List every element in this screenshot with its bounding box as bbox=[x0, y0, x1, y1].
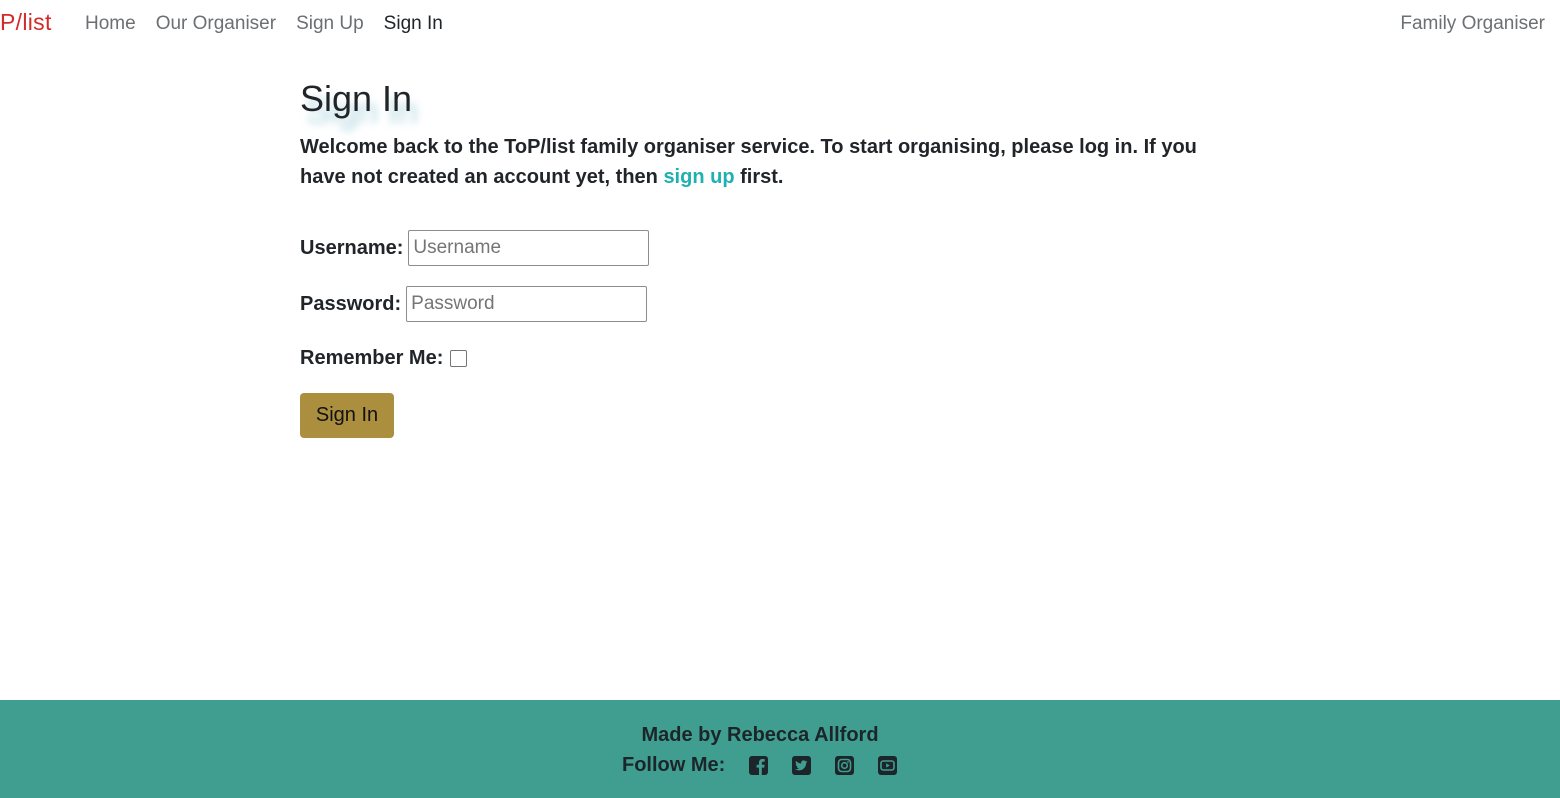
navbar: P/list Home Our Organiser Sign Up Sign I… bbox=[0, 0, 1560, 48]
remember-row: Remember Me: bbox=[300, 347, 468, 370]
footer-credit: Made by Rebecca Allford bbox=[641, 724, 879, 746]
footer: Made by Rebecca Allford Follow Me: bbox=[0, 700, 1560, 798]
brand-logo[interactable]: P/list bbox=[0, 9, 52, 36]
youtube-icon[interactable] bbox=[878, 756, 898, 775]
remember-label: Remember Me: bbox=[300, 347, 444, 369]
password-input[interactable] bbox=[406, 286, 648, 322]
sign-in-button[interactable]: Sign In bbox=[300, 393, 394, 438]
main-content: Sign In Welcome back to the ToP/list fam… bbox=[300, 78, 1200, 438]
instagram-icon[interactable] bbox=[835, 756, 855, 775]
nav-links: Home Our Organiser Sign Up Sign In bbox=[75, 11, 453, 37]
password-row: Password: bbox=[300, 286, 648, 322]
page-title: Sign In bbox=[300, 78, 413, 119]
follow-label: Follow Me: bbox=[622, 754, 726, 776]
nav-link-sign-in[interactable]: Sign In bbox=[374, 11, 453, 37]
sign-up-link[interactable]: sign up bbox=[663, 166, 734, 188]
nav-link-home[interactable]: Home bbox=[75, 11, 146, 37]
password-label: Password: bbox=[300, 292, 402, 315]
username-label: Username: bbox=[300, 236, 404, 259]
nav-link-our-organiser[interactable]: Our Organiser bbox=[146, 11, 286, 37]
facebook-icon[interactable] bbox=[749, 756, 769, 775]
username-input[interactable] bbox=[408, 230, 650, 266]
username-row: Username: bbox=[300, 230, 650, 266]
nav-link-sign-up[interactable]: Sign Up bbox=[286, 11, 374, 37]
remember-checkbox[interactable] bbox=[450, 350, 468, 367]
footer-follow: Follow Me: bbox=[622, 754, 898, 777]
intro-paragraph: Welcome back to the ToP/list family orga… bbox=[300, 132, 1200, 192]
intro-end: first. bbox=[740, 166, 784, 188]
twitter-icon[interactable] bbox=[792, 756, 812, 775]
nav-link-family-organiser[interactable]: Family Organiser bbox=[1400, 11, 1545, 37]
